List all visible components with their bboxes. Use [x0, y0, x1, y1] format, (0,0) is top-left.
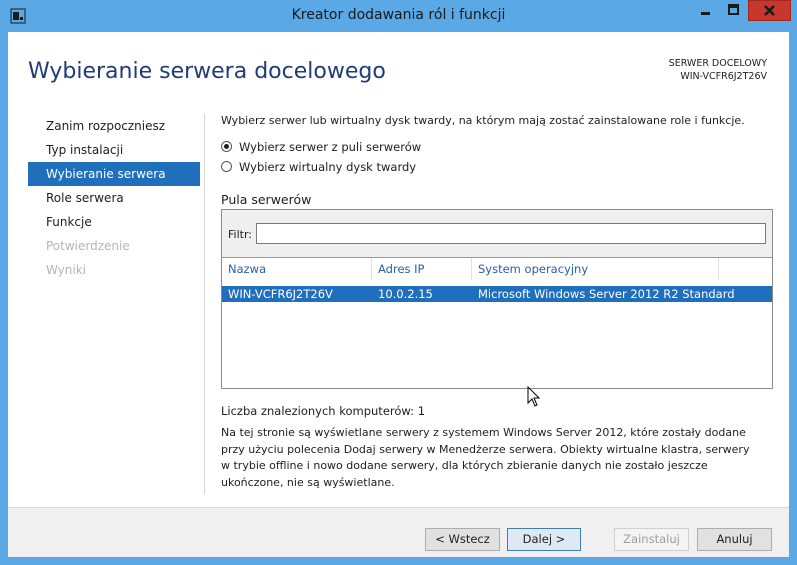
wizard-nav: Zanim rozpoczniesz Typ instalacji Wybier…	[28, 114, 200, 282]
wizard-content: Wybieranie serwera docelowego SERWER DOC…	[8, 32, 789, 557]
option-server-pool[interactable]: Wybierz serwer z puli serwerów	[221, 139, 421, 155]
button-bar: < Wstecz Dalej > Zainstaluj Anuluj	[8, 508, 789, 557]
nav-item-confirmation: Potwierdzenie	[46, 239, 130, 253]
cancel-button[interactable]: Anuluj	[697, 528, 772, 551]
install-button: Zainstaluj	[614, 528, 689, 551]
back-button[interactable]: < Wstecz	[425, 528, 500, 551]
column-header-os[interactable]: System operacyjny	[472, 258, 719, 280]
option-virtual-disk-label: Wybierz wirtualny dysk twardy	[239, 160, 417, 174]
nav-item-features[interactable]: Funkcje	[28, 210, 200, 234]
page-title: Wybieranie serwera docelowego	[28, 59, 386, 84]
description-text: Na tej stronie są wyświetlane serwery z …	[221, 426, 750, 489]
column-header-ip[interactable]: Adres IP	[372, 258, 472, 280]
nav-item-server-selection[interactable]: Wybieranie serwera	[28, 162, 200, 186]
nav-item-installation-type[interactable]: Typ instalacji	[28, 138, 200, 162]
filter-label: Filtr:	[228, 228, 252, 241]
wizard-window: Kreator dodawania ról i funkcji Wybieran…	[0, 0, 797, 565]
filter-bar: Filtr:	[222, 210, 772, 258]
maximize-icon	[728, 4, 739, 15]
minimize-button[interactable]	[692, 0, 719, 21]
destination-server-name: WIN-VCFR6J2T26V	[680, 71, 767, 82]
cell-ip-address: 10.0.2.15	[378, 287, 433, 301]
server-pool-label: Pula serwerów	[221, 192, 312, 207]
nav-divider	[204, 114, 205, 494]
filter-input[interactable]	[256, 223, 766, 244]
cell-operating-system: Microsoft Windows Server 2012 R2 Standar…	[478, 287, 735, 301]
maximize-button[interactable]	[720, 0, 747, 21]
close-button[interactable]	[748, 0, 791, 21]
nav-item-results: Wyniki	[46, 263, 86, 277]
cell-server-name: WIN-VCFR6J2T26V	[228, 287, 333, 301]
intro-text: Wybierz serwer lub wirtualny dysk twardy…	[221, 114, 745, 127]
server-pool-panel: Filtr: Nazwa Adres IP System operacyjny …	[221, 209, 773, 389]
close-icon	[764, 5, 775, 16]
computer-count: Liczba znalezionych komputerów: 1	[221, 404, 426, 418]
option-virtual-disk[interactable]: Wybierz wirtualny dysk twardy	[221, 159, 416, 175]
radio-server-pool[interactable]	[221, 141, 232, 152]
mouse-pointer-icon	[527, 386, 541, 407]
server-table-header: Nazwa Adres IP System operacyjny	[222, 258, 772, 280]
title-bar[interactable]: Kreator dodawania ról i funkcji	[0, 0, 797, 32]
radio-virtual-disk[interactable]	[221, 161, 232, 172]
nav-item-before-you-begin[interactable]: Zanim rozpoczniesz	[28, 114, 200, 138]
option-server-pool-label: Wybierz serwer z puli serwerów	[239, 140, 422, 154]
next-button[interactable]: Dalej >	[507, 528, 581, 551]
minimize-icon	[701, 12, 710, 15]
destination-server-info: SERWER DOCELOWY WIN-VCFR6J2T26V	[669, 57, 767, 83]
window-title: Kreator dodawania ról i funkcji	[291, 7, 506, 23]
nav-item-server-roles[interactable]: Role serwera	[28, 186, 200, 210]
destination-caption: SERWER DOCELOWY	[668, 58, 767, 69]
table-row[interactable]: WIN-VCFR6J2T26V 10.0.2.15 Microsoft Wind…	[222, 286, 772, 302]
column-header-name[interactable]: Nazwa	[222, 258, 372, 280]
